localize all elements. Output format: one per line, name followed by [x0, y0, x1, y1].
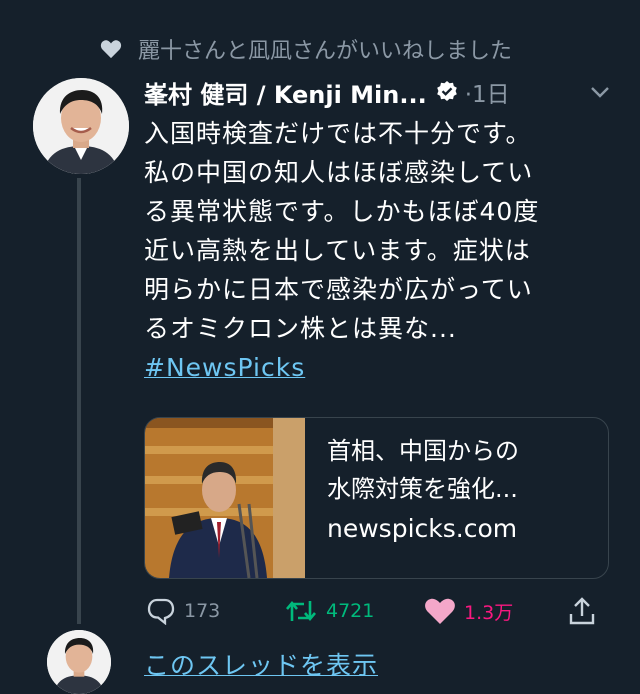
heart-filled-icon [425, 598, 455, 624]
tweet-line: 明らかに日本で感染が広がってい [144, 275, 533, 304]
hashtag-link[interactable]: #NewsPicks [144, 353, 305, 382]
tweet-line: 入国時検査だけでは不十分です。 [144, 119, 532, 148]
like-count: 1.3万 [464, 601, 514, 624]
like-button[interactable]: 1.3万 [424, 597, 513, 625]
card-thumbnail [145, 418, 305, 578]
tweet-line: 私の中国の知人はほぼ感染してい [144, 158, 534, 187]
tweet-text: 入国時検査だけでは不十分です。 私の中国の知人はほぼ感染してい る異常状態です。… [144, 114, 614, 387]
tweet-header: 峯村 健司 / Kenji Min... ·1日 [144, 74, 614, 110]
verified-badge-icon [435, 79, 461, 105]
card-domain: newspicks.com [327, 514, 518, 543]
share-button[interactable] [568, 596, 596, 626]
share-icon [569, 597, 595, 625]
social-context-text: 麗十さんと凪凪さんがいいねしました [138, 39, 513, 64]
reply-count: 173 [184, 600, 221, 622]
card-body: 首相、中国からの 水際対策を強化... newspicks.com [305, 418, 519, 578]
retweet-button[interactable]: 4721 [284, 597, 374, 625]
heart-icon [100, 37, 126, 61]
retweet-icon [286, 600, 316, 622]
tweet-line: る異常状態です。しかもほぼ40度 [144, 197, 540, 226]
action-bar: 173 4721 1.3万 [144, 592, 596, 630]
link-card[interactable]: 首相、中国からの 水際対策を強化... newspicks.com [144, 417, 609, 579]
tweet-line: 近い高熱を出しています。症状は [144, 236, 531, 265]
display-name[interactable]: 峯村 健司 / Kenji Min... [144, 75, 427, 110]
avatar[interactable] [33, 78, 129, 174]
tweet-line: るオミクロン株とは異な... [144, 314, 457, 343]
thread-line [77, 178, 81, 624]
timestamp[interactable]: ·1日 [465, 75, 510, 109]
reply-icon [147, 598, 175, 625]
card-title-line: 首相、中国からの [327, 437, 519, 465]
social-context: 麗十さんと凪凪さんがいいねしました [100, 34, 512, 64]
show-thread-link[interactable]: このスレッドを表示 [144, 646, 378, 682]
reply-button[interactable]: 173 [146, 597, 220, 625]
card-title-line: 水際対策を強化... [327, 475, 518, 503]
chevron-down-icon[interactable] [586, 78, 614, 106]
retweet-count: 4721 [326, 600, 375, 622]
thread-avatar[interactable] [47, 630, 111, 694]
